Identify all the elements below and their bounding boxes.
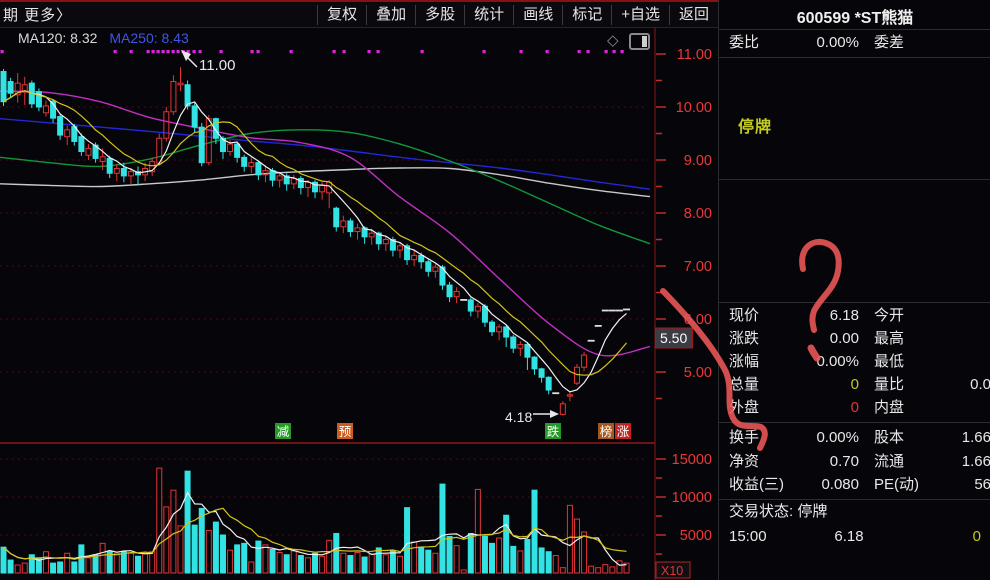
quote-row: 涨幅 0.00% 最低: [719, 351, 990, 373]
field-value: 0.00: [774, 328, 859, 350]
price-axis-label: 9.00: [684, 153, 712, 169]
volume-axis-label: 5000: [680, 528, 712, 544]
peak-price-annotation: 11.00: [199, 57, 235, 74]
field-value: 0.00%: [774, 427, 859, 449]
toolbar-button-0[interactable]: 复权: [317, 5, 366, 25]
panel-divider: [719, 302, 990, 303]
toolbar-button-7[interactable]: 返回: [669, 5, 718, 25]
field-label: 内盘: [874, 397, 904, 419]
quote-row: 换手0.00%股本1.66: [719, 427, 990, 449]
field-label: 涨幅: [729, 351, 759, 373]
field-label: 换手: [729, 427, 759, 449]
event-tag[interactable]: 减: [277, 425, 290, 439]
field-value: 6.18: [774, 305, 859, 327]
stock-chart[interactable]: 11.00 10.00 9.00 8.00 7.00 6.00 5.00 15000 10000…: [0, 28, 718, 580]
price-axis-label: 8.00: [684, 206, 712, 222]
field-value: 0: [774, 397, 859, 419]
panel-toggle-bar: [642, 36, 647, 47]
field-value: 0: [774, 374, 859, 396]
tick-volume: 0: [973, 526, 981, 548]
price-axis-label: 11.00: [677, 47, 712, 63]
field-value: 0.70: [774, 451, 859, 473]
trade-status: 交易状态: 停牌: [729, 501, 990, 523]
field-label: 委比: [729, 32, 759, 54]
event-tag[interactable]: 榜: [600, 424, 613, 439]
panel-divider: [719, 29, 990, 30]
chart-toolbar: 期 更多〉 复权叠加多股统计画线标记+自选返回: [0, 2, 718, 28]
field-label: 外盘: [729, 397, 759, 419]
tick-time: 15:00: [729, 526, 767, 548]
field-value: 1.66: [899, 427, 990, 449]
quote-row: 外盘 0 内盘: [719, 397, 990, 419]
field-value: 0.00%: [774, 351, 859, 373]
quote-row: 收益(三)0.080PE(动)56: [719, 474, 990, 496]
quote-row: 净资0.70流通1.66: [719, 451, 990, 473]
price-axis-label: 10.00: [676, 100, 712, 116]
toolbar-button-5[interactable]: 标记: [562, 5, 611, 25]
price-axis-label: 7.00: [684, 259, 712, 275]
field-label: 总量: [729, 374, 759, 396]
toolbar-button-4[interactable]: 画线: [513, 5, 562, 25]
field-label: 今开: [874, 305, 904, 327]
weibi-row: 委比 0.00% 委差: [719, 32, 990, 54]
field-value: 0.0: [899, 374, 990, 396]
volume-unit-label: X10: [661, 564, 683, 578]
field-value: 56: [899, 474, 990, 496]
price-axis-label: 5.00: [684, 365, 712, 381]
event-tag[interactable]: 预: [339, 425, 352, 439]
volume-axis-label: 10000: [672, 490, 712, 506]
kline-chart-area[interactable]: 11.00 10.00 9.00 8.00 7.00 6.00 5.00 15000 10000…: [0, 28, 718, 580]
ma120-label: MA120: 8.32: [18, 30, 97, 46]
panel-divider: [719, 499, 990, 500]
axis-price-tag: 5.50: [660, 330, 687, 346]
stock-title[interactable]: 600599 *ST熊猫: [719, 4, 990, 28]
event-tag[interactable]: 跌: [547, 424, 560, 439]
last-tick-row: 15:00 6.18 0: [719, 526, 990, 548]
panel-divider: [719, 57, 990, 58]
field-label: 涨跌: [729, 328, 759, 350]
period-more-label[interactable]: 期 更多〉: [0, 4, 72, 25]
tick-price: 6.18: [819, 526, 879, 548]
event-tag[interactable]: 涨: [617, 424, 630, 439]
quote-row: 总量0量比0.0: [719, 374, 990, 396]
panel-divider: [719, 179, 990, 180]
toolbar-button-2[interactable]: 多股: [415, 5, 464, 25]
panel-divider: [719, 422, 990, 423]
field-value: 1.66: [899, 451, 990, 473]
suspended-badge: 停牌: [738, 113, 772, 137]
price-axis-label: 6.00: [684, 312, 712, 328]
field-label: 最低: [874, 351, 904, 373]
field-value: 0.00%: [774, 32, 859, 54]
field-label: 现价: [729, 305, 759, 327]
low-price-annotation: 4.18: [505, 409, 532, 425]
toolbar-button-3[interactable]: 统计: [464, 5, 513, 25]
ma-indicator-labels: MA120: 8.32 MA250: 8.43: [18, 30, 189, 46]
panel-toggle-icon[interactable]: [629, 33, 650, 50]
quote-row: 现价 6.18 今开: [719, 305, 990, 327]
diamond-marker-icon[interactable]: ◇: [607, 31, 619, 49]
field-label: 委差: [874, 32, 904, 54]
field-label: 最高: [874, 328, 904, 350]
field-label: 净资: [729, 451, 759, 473]
field-value: 0.080: [774, 474, 859, 496]
quote-panel: 600599 *ST熊猫 停牌 交易状态: 停牌 15:00 6.18 0 委比…: [718, 0, 990, 580]
volume-axis-label: 15000: [672, 452, 712, 468]
toolbar-button-6[interactable]: +自选: [611, 5, 669, 25]
ma250-label: MA250: 8.43: [109, 30, 188, 46]
toolbar-button-1[interactable]: 叠加: [366, 5, 415, 25]
quote-row: 涨跌 0.00 最高: [719, 328, 990, 350]
